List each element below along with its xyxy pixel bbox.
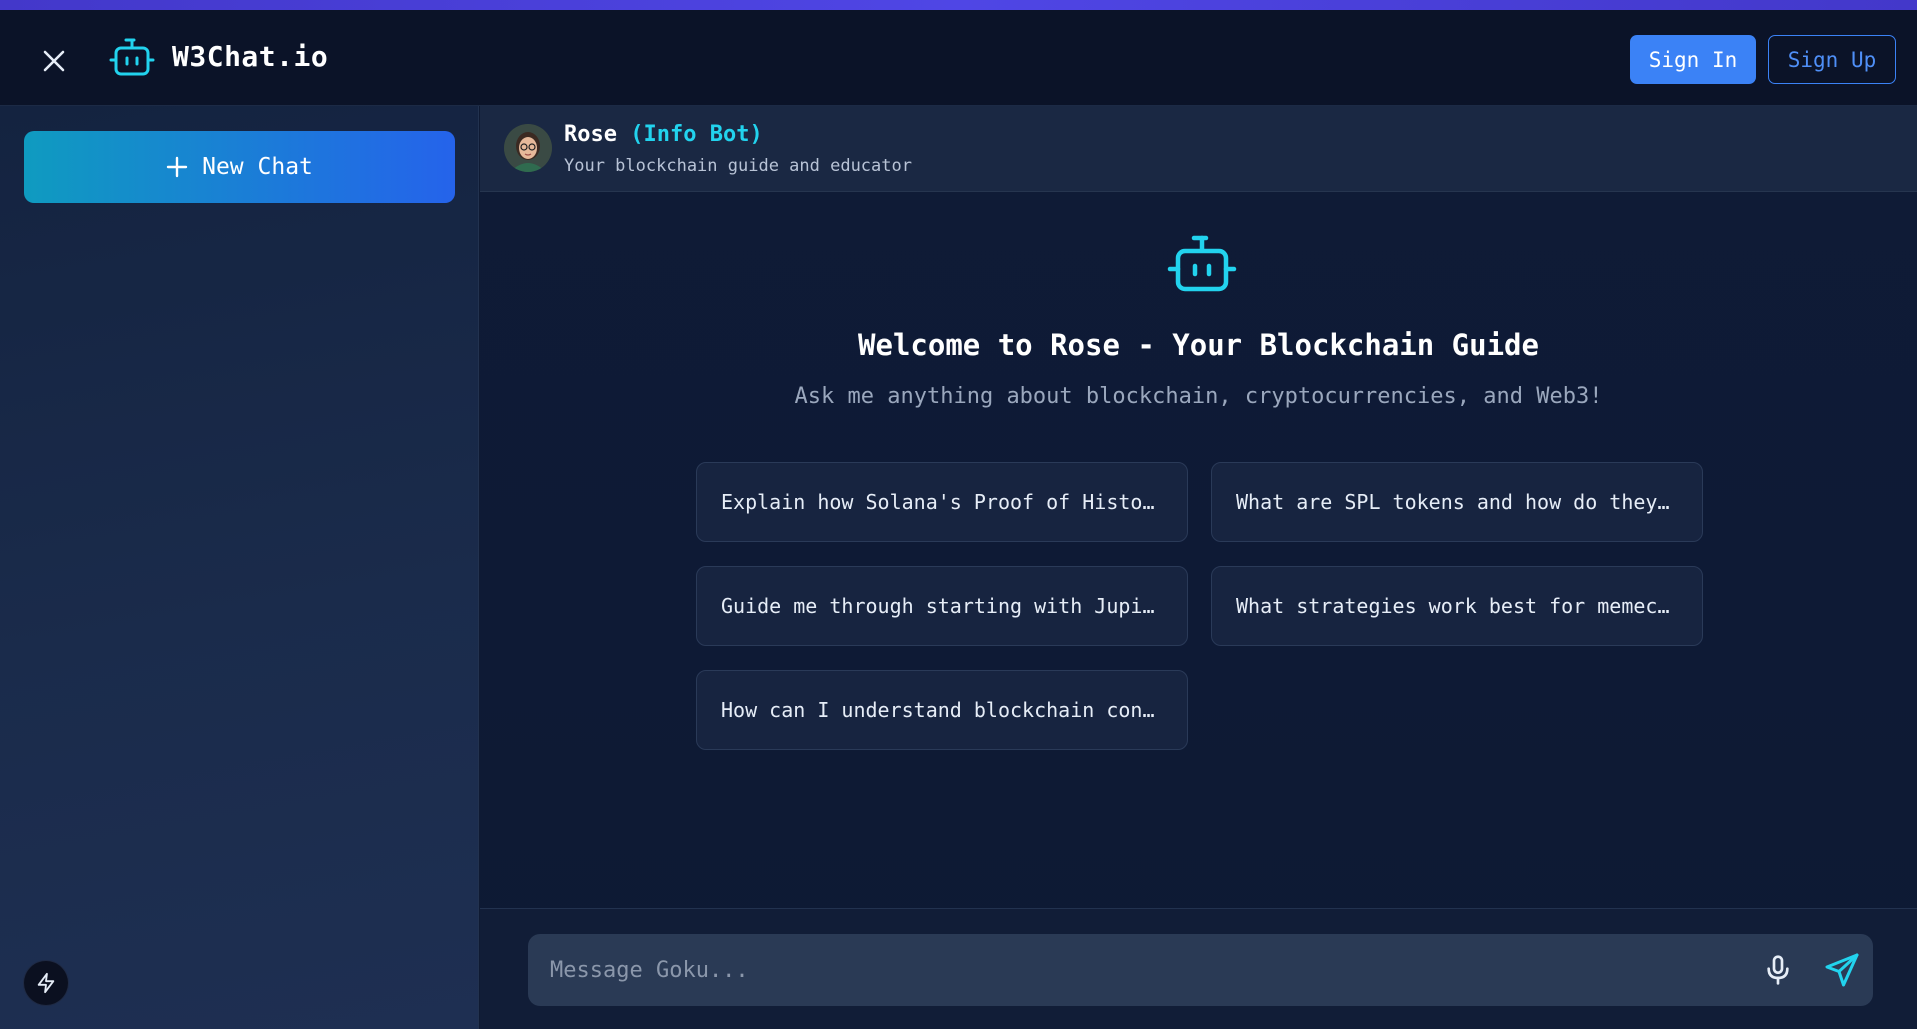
bot-icon (1167, 235, 1237, 292)
top-accent-stripe (0, 0, 1917, 10)
bot-name: Rose (Info Bot) (564, 122, 763, 147)
suggestion-card[interactable]: Guide me through starting with Jupiter (696, 566, 1188, 646)
bot-subtitle: Your blockchain guide and educator (564, 156, 912, 176)
brand-name[interactable]: W3Chat.io (172, 40, 328, 73)
bot-info-bar: Rose (Info Bot) Your blockchain guide an… (480, 106, 1917, 192)
new-chat-label: New Chat (202, 154, 313, 180)
suggestion-text: What are SPL tokens and how do they work… (1236, 490, 1678, 514)
suggestion-card[interactable]: Explain how Solana's Proof of History wo… (696, 462, 1188, 542)
chat-main: Rose (Info Bot) Your blockchain guide an… (480, 106, 1917, 1029)
sign-up-button[interactable]: Sign Up (1768, 35, 1896, 84)
bot-avatar (504, 124, 552, 172)
suggestion-text: What strategies work best for memecoins? (1236, 594, 1678, 618)
suggestion-card[interactable]: What are SPL tokens and how do they work… (1211, 462, 1703, 542)
new-chat-button[interactable]: New Chat (24, 131, 455, 203)
suggestion-card[interactable]: How can I understand blockchain concepts… (696, 670, 1188, 750)
suggestion-card[interactable]: What strategies work best for memecoins? (1211, 566, 1703, 646)
welcome-title: Welcome to Rose - Your Blockchain Guide (858, 328, 1539, 362)
plus-icon (166, 156, 188, 178)
bot-type-tag: (Info Bot) (630, 122, 763, 147)
app-header: W3Chat.io Sign In Sign Up (0, 10, 1917, 106)
composer (528, 934, 1873, 1006)
send-icon[interactable] (1824, 952, 1860, 988)
welcome-subtitle: Ask me anything about blockchain, crypto… (794, 384, 1603, 409)
close-sidebar-button[interactable] (36, 43, 72, 79)
microphone-icon[interactable] (1762, 954, 1794, 986)
sign-in-button[interactable]: Sign In (1630, 35, 1756, 84)
bot-logo-icon (109, 38, 155, 76)
message-input[interactable] (550, 934, 1700, 1006)
lightning-icon (37, 972, 55, 994)
quick-action-button[interactable] (24, 961, 68, 1005)
bot-name-text: Rose (564, 122, 617, 147)
composer-bar (480, 908, 1917, 1029)
suggestion-text: How can I understand blockchain concepts… (721, 698, 1163, 722)
suggestion-text: Explain how Solana's Proof of History wo… (721, 490, 1163, 514)
suggestion-text: Guide me through starting with Jupiter (721, 594, 1163, 618)
sidebar: New Chat (0, 106, 479, 1029)
close-icon (43, 50, 65, 72)
